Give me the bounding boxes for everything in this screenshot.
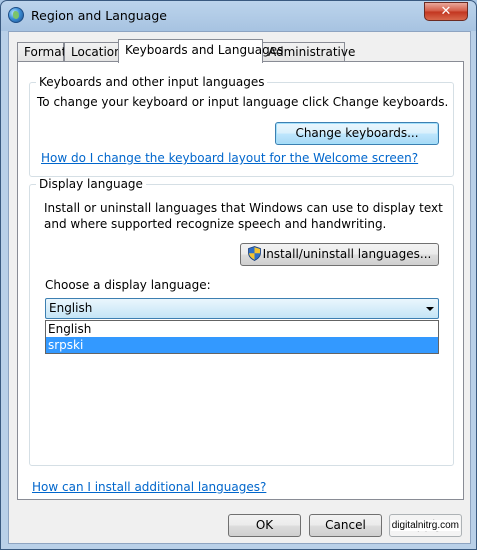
display-language-legend: Display language bbox=[36, 177, 146, 191]
tab-location[interactable]: Location bbox=[64, 42, 122, 62]
ok-button[interactable]: OK bbox=[228, 514, 301, 537]
cancel-button[interactable]: Cancel bbox=[309, 514, 382, 537]
shield-icon bbox=[247, 246, 261, 261]
dropdown-option-srpski[interactable]: srpski bbox=[46, 337, 438, 353]
install-uninstall-languages-button[interactable]: Install/uninstall languages... bbox=[240, 243, 439, 266]
install-additional-languages-link[interactable]: How can I install additional languages? bbox=[32, 480, 266, 494]
globe-icon bbox=[8, 7, 24, 23]
change-keyboards-button[interactable]: Change keyboards... bbox=[275, 122, 439, 145]
install-uninstall-languages-label: Install/uninstall languages... bbox=[262, 247, 432, 261]
keyboards-group-legend: Keyboards and other input languages bbox=[36, 75, 268, 89]
close-button[interactable]: ✕ bbox=[424, 2, 468, 21]
dropdown-option-english[interactable]: English bbox=[46, 321, 438, 337]
welcome-screen-layout-help-link[interactable]: How do I change the keyboard layout for … bbox=[41, 151, 418, 165]
tab-formats[interactable]: Formats bbox=[17, 42, 73, 62]
display-language-group: Display language Install or uninstall la… bbox=[29, 177, 454, 466]
window-title: Region and Language bbox=[31, 8, 167, 23]
tab-keyboards-and-languages[interactable]: Keyboards and Languages bbox=[118, 39, 283, 63]
dialog-client-area: Formats Location Keyboards and Languages… bbox=[8, 31, 471, 544]
keyboards-description: To change your keyboard or input languag… bbox=[37, 95, 449, 109]
display-language-select[interactable]: English bbox=[45, 298, 439, 319]
display-language-description: Install or uninstall languages that Wind… bbox=[44, 201, 443, 231]
tab-panel-keyboards: Keyboards and other input languages To c… bbox=[17, 61, 464, 500]
chevron-down-icon[interactable] bbox=[426, 307, 434, 311]
choose-display-language-label: Choose a display language: bbox=[45, 278, 211, 292]
region-language-window: Region and Language ✕ Formats Location K… bbox=[0, 0, 477, 550]
title-bar[interactable]: Region and Language ✕ bbox=[1, 1, 476, 31]
watermark-text: digitalnitrg.com bbox=[390, 520, 460, 531]
keyboards-group: Keyboards and other input languages To c… bbox=[29, 75, 454, 177]
display-language-dropdown-list: English srpski bbox=[45, 320, 439, 354]
display-language-selected-value: English bbox=[49, 301, 93, 315]
